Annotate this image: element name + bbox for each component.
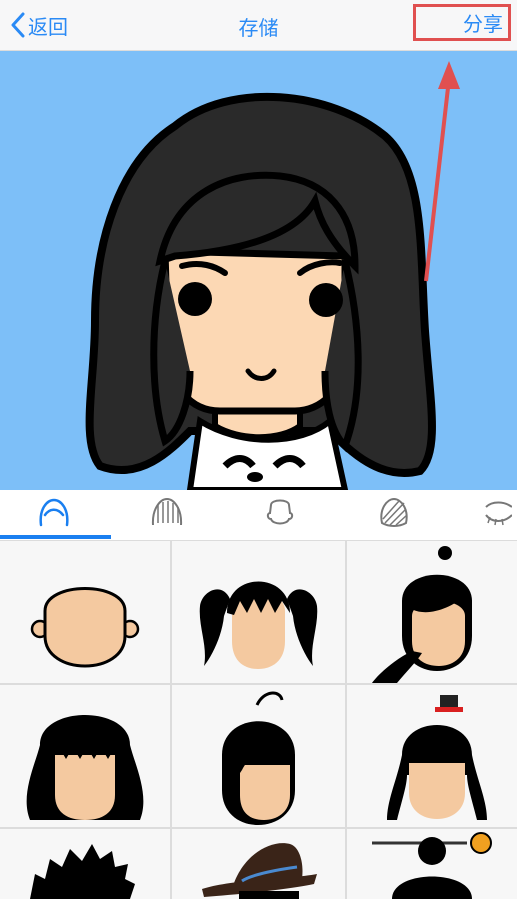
bald-head-icon	[30, 587, 140, 668]
face-shape-icon	[266, 499, 294, 525]
tab-hair-texture[interactable]	[137, 495, 197, 535]
hair-pattern-icon	[380, 497, 408, 527]
share-button[interactable]: 分享	[413, 4, 511, 41]
tab-hair-pattern[interactable]	[364, 495, 424, 535]
bowler-hat-icon	[202, 843, 317, 899]
navigation-bar: 返回 存储 分享	[0, 0, 517, 51]
hairstyle-grid	[0, 541, 517, 899]
spiky-short-icon	[30, 844, 135, 899]
hairstyle-option-bowler-hat[interactable]	[172, 829, 345, 899]
braids-with-tiny-hat-icon	[387, 695, 487, 820]
bun-with-hairpin-icon	[372, 832, 492, 899]
tab-face-shape[interactable]	[250, 495, 310, 535]
side-swept-antenna-icon	[222, 691, 295, 825]
hairstyle-option-side-swept-antenna[interactable]	[172, 685, 345, 827]
hairstyle-option-twin-ponytails[interactable]	[172, 541, 345, 683]
hairstyle-option-long-wavy-bangs[interactable]	[0, 685, 170, 827]
long-wavy-bangs-icon	[26, 715, 144, 820]
hairstyle-option-bun-with-hairpin[interactable]	[347, 829, 517, 899]
hair-texture-icon	[151, 497, 183, 526]
hairstyle-option-braids-with-tiny-hat[interactable]	[347, 685, 517, 827]
avatar-preview	[0, 51, 517, 490]
tab-hair[interactable]	[24, 495, 84, 535]
hair-icon	[39, 498, 69, 527]
twin-ponytails-icon	[199, 581, 318, 669]
side-ponytail-icon	[372, 546, 472, 683]
hairstyle-option-side-ponytail[interactable]	[347, 541, 517, 683]
eyelash-icon	[485, 501, 512, 526]
hairstyle-option-bald[interactable]	[0, 541, 170, 683]
tab-eyelashes[interactable]	[478, 495, 517, 535]
red-arrow-annotation	[424, 61, 460, 282]
category-tab-bar	[0, 490, 517, 541]
hairstyle-option-spiky-short[interactable]	[0, 829, 170, 899]
share-button-label: 分享	[463, 12, 503, 36]
selected-tab-indicator	[0, 535, 111, 539]
